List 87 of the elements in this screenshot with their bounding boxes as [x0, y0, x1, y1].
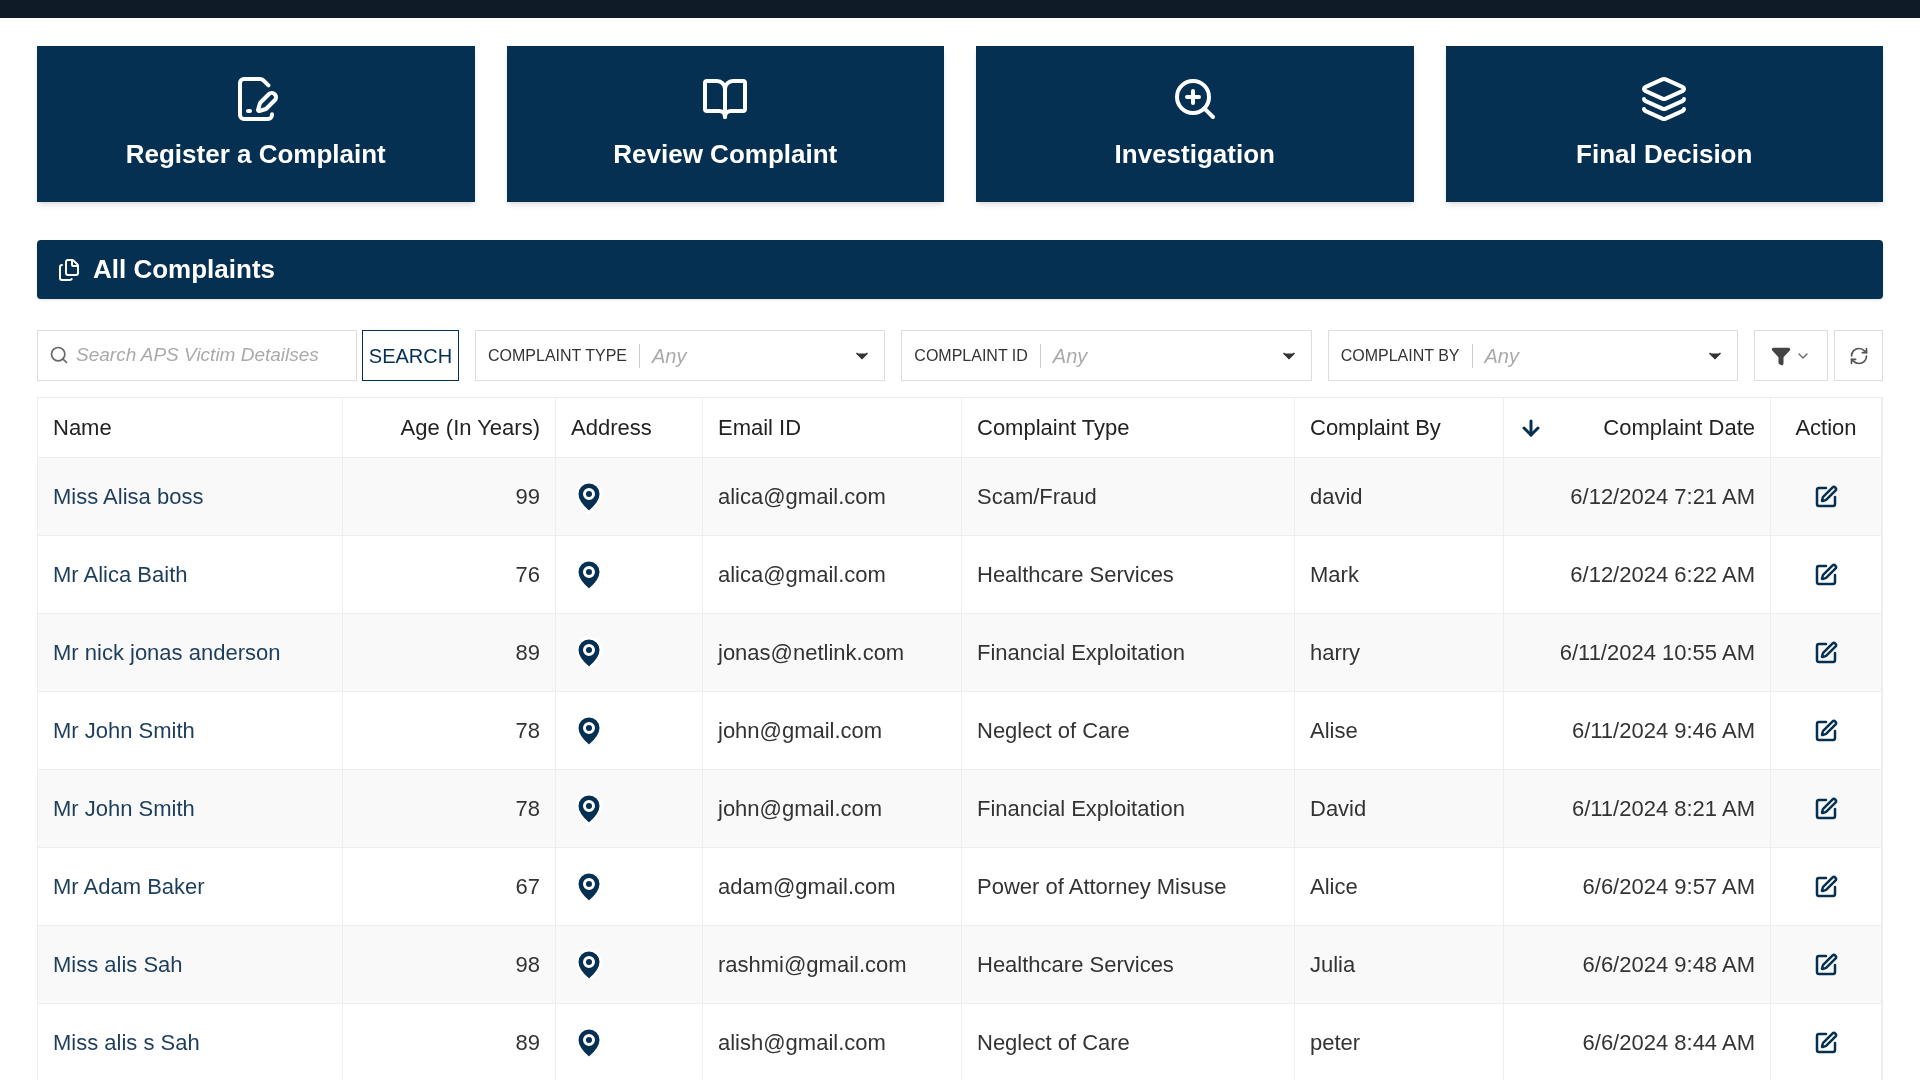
column-header[interactable]: Complaint By — [1295, 398, 1504, 457]
table-cell-text: 78 — [515, 795, 540, 823]
edit-button[interactable] — [1814, 1030, 1838, 1055]
filter-label: COMPLAINT BY — [1340, 343, 1473, 368]
name-link[interactable]: Mr John Smith — [53, 792, 195, 825]
edit-button[interactable] — [1814, 484, 1838, 509]
table-cell-text: 76 — [515, 561, 540, 589]
filter-value: Any — [652, 343, 689, 369]
name-link[interactable]: Mr John Smith — [53, 714, 195, 747]
filter-dropdown[interactable]: COMPLAINT BY Any — [1327, 330, 1738, 381]
table-cell-text: john@gmail.com — [718, 717, 883, 745]
table-cell-text: 89 — [515, 639, 540, 667]
table-cell-text: Neglect of Care — [977, 1029, 1130, 1057]
table-cell-text: 89 — [515, 1029, 540, 1057]
name-link[interactable]: Mr nick jonas anderson — [53, 636, 281, 669]
column-header[interactable]: Complaint Date — [1504, 398, 1771, 457]
table-cell-text: 6/6/2024 9:48 AM — [1582, 951, 1755, 979]
filter-value: Any — [1052, 343, 1089, 369]
table-cell-text: david — [1310, 483, 1363, 511]
name-link[interactable]: Miss alis Sah — [53, 948, 183, 981]
table-cell-text: rashmi@gmail.com — [718, 951, 907, 979]
table-cell-text: harry — [1310, 639, 1361, 667]
name-link[interactable]: Miss Alisa boss — [53, 480, 204, 513]
filter-value: Any — [1484, 343, 1521, 369]
workflow-card[interactable]: Final Decision — [1445, 46, 1883, 202]
refresh-button[interactable] — [1834, 330, 1883, 381]
table-cell-text: Scam/Fraud — [977, 483, 1097, 511]
table-cell-text: 98 — [515, 951, 540, 979]
table-cell-text: 6/6/2024 9:57 AM — [1582, 873, 1755, 901]
column-header[interactable]: Email ID — [703, 398, 962, 457]
search-icon — [49, 345, 69, 365]
column-header[interactable]: Age (In Years) — [343, 398, 556, 457]
table-cell-text: peter — [1310, 1029, 1361, 1057]
table-cell-text: john@gmail.com — [718, 795, 883, 823]
table-cell-text: alica@gmail.com — [718, 561, 886, 589]
edit-button[interactable] — [1814, 562, 1838, 587]
table-cell-text: jonas@netlink.com — [718, 639, 905, 667]
edit-button[interactable] — [1814, 796, 1838, 821]
table-cell-text: 6/12/2024 6:22 AM — [1570, 561, 1755, 589]
refresh-icon — [1848, 345, 1869, 366]
filter-button[interactable] — [1754, 330, 1828, 381]
search-button[interactable]: SEARCH — [362, 330, 459, 381]
table-cell-text: Neglect of Care — [977, 717, 1130, 745]
name-link[interactable]: Miss alis s Sah — [53, 1026, 200, 1059]
filter-dropdown[interactable]: COMPLAINT ID Any — [901, 330, 1312, 381]
column-header[interactable]: Action — [1771, 398, 1882, 457]
edit-button[interactable] — [1814, 952, 1838, 977]
workflow-card[interactable]: Register a Complaint — [37, 46, 475, 202]
table-cell-text: Julia — [1310, 951, 1356, 979]
table-cell-text: 6/11/2024 9:46 AM — [1571, 717, 1755, 745]
panel-title: All Complaints — [93, 253, 275, 286]
filter-icon — [1771, 345, 1791, 366]
table-cell-text: 6/11/2024 10:55 AM — [1559, 639, 1755, 667]
column-header[interactable]: Address — [556, 398, 703, 457]
table-cell-text: 6/12/2024 7:21 AM — [1570, 483, 1755, 511]
workflow-card[interactable]: Investigation — [976, 46, 1414, 202]
table-cell-text: Alise — [1310, 717, 1358, 745]
table-cell-text: 78 — [515, 717, 540, 745]
table-cell-text: 6/6/2024 8:44 AM — [1582, 1029, 1755, 1057]
column-header[interactable]: Name — [38, 398, 343, 457]
table-cell-text: Power of Attorney Misuse — [977, 873, 1227, 901]
table-cell-text: Healthcare Services — [977, 561, 1174, 589]
name-link[interactable]: Mr Alica Baith — [53, 558, 188, 591]
table-cell-text: 6/11/2024 8:21 AM — [1571, 795, 1755, 823]
filter-dropdown[interactable]: COMPLAINT TYPE Any — [475, 330, 886, 381]
table-cell-text: Alice — [1310, 873, 1358, 901]
column-header[interactable]: Complaint Type — [962, 398, 1295, 457]
filter-label: COMPLAINT TYPE — [488, 343, 640, 368]
search-field[interactable]: Search APS Victim Detailses — [37, 330, 357, 381]
table-cell-text: David — [1310, 795, 1367, 823]
table-cell-text: alish@gmail.com — [718, 1029, 886, 1057]
table-cell-text: 67 — [515, 873, 540, 901]
edit-button[interactable] — [1814, 718, 1838, 743]
table-cell-text: adam@gmail.com — [718, 873, 896, 901]
table-cell-text: Financial Exploitation — [977, 795, 1185, 823]
table-cell-text: Mark — [1310, 561, 1359, 589]
table-cell-text: Financial Exploitation — [977, 639, 1185, 667]
layers-icon — [1640, 74, 1689, 123]
documents-icon — [57, 257, 81, 282]
filter-label: COMPLAINT ID — [914, 343, 1041, 368]
workflow-card[interactable]: Review Complaint — [506, 46, 944, 202]
table-cell-text: Healthcare Services — [977, 951, 1174, 979]
edit-button[interactable] — [1814, 640, 1838, 665]
table-cell-text: alica@gmail.com — [718, 483, 886, 511]
name-link[interactable]: Mr Adam Baker — [53, 870, 205, 903]
edit-button[interactable] — [1814, 874, 1838, 899]
table-cell-text: 99 — [515, 483, 540, 511]
